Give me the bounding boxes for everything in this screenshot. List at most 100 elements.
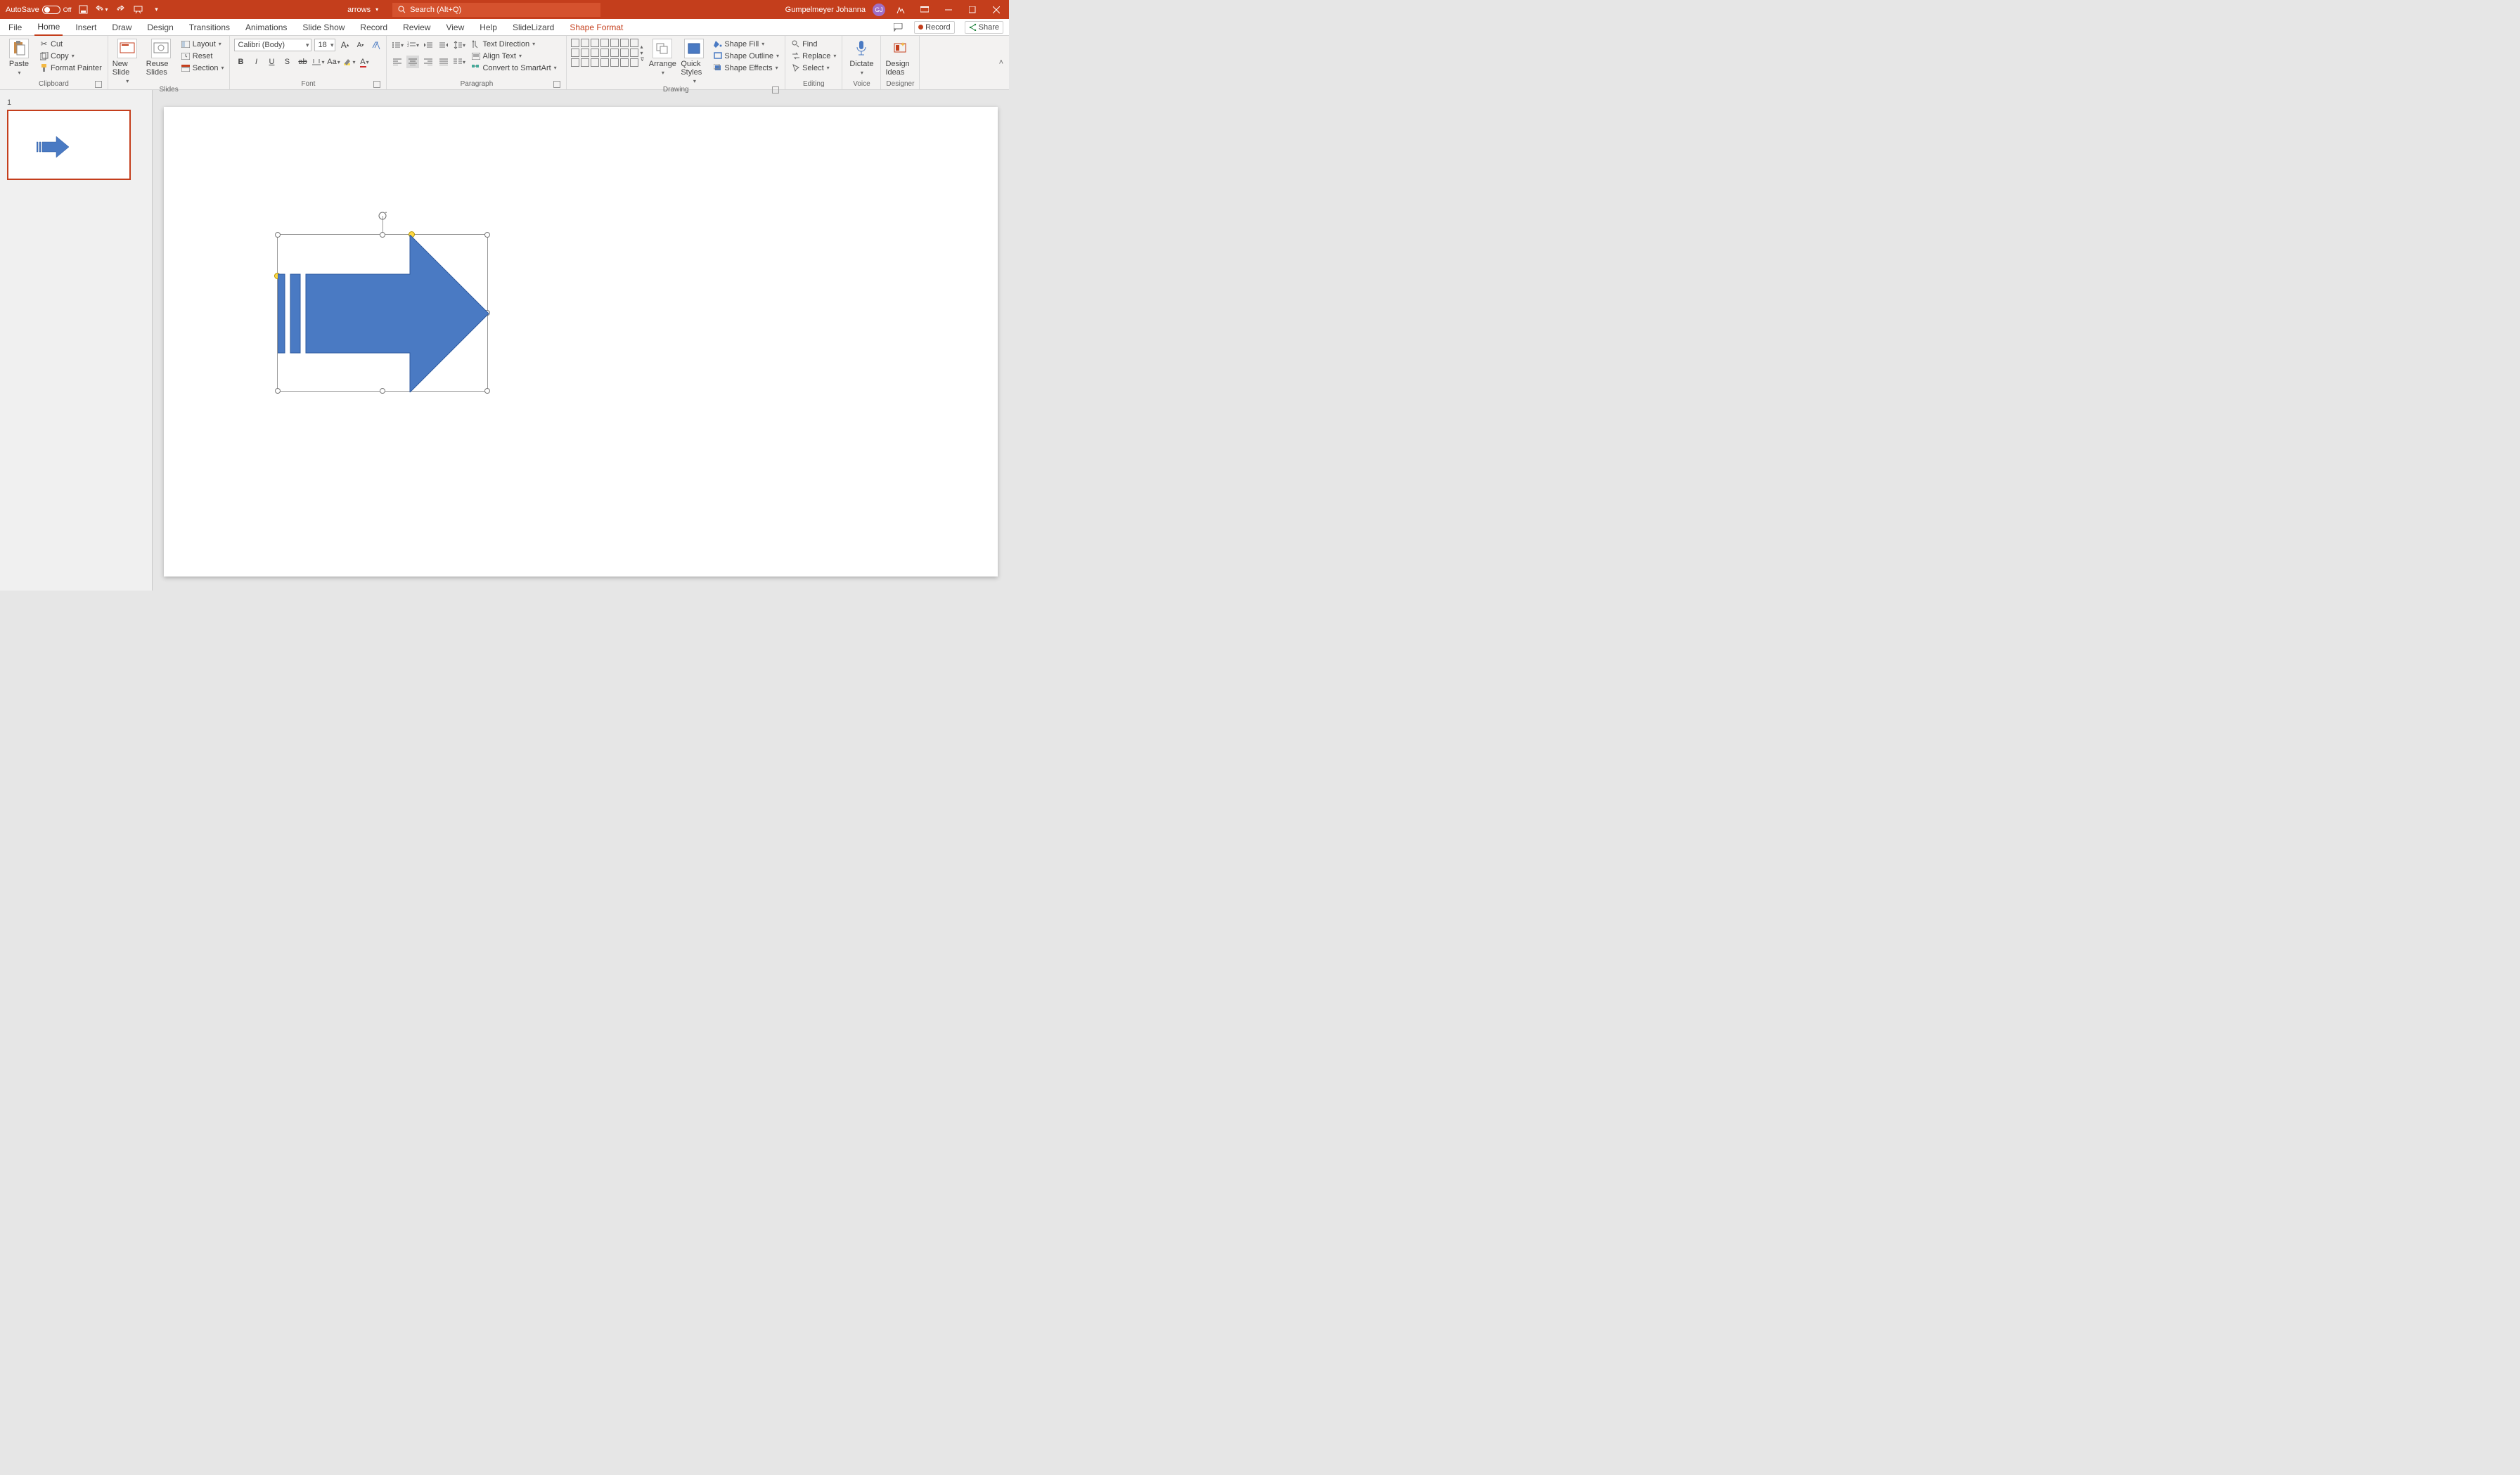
tab-draw[interactable]: Draw <box>109 20 134 35</box>
user-name: Gumpelmeyer Johanna <box>785 6 866 14</box>
spacing-icon[interactable]: ▾ <box>311 56 324 68</box>
underline-icon[interactable]: U <box>265 56 278 68</box>
tab-slidelizard[interactable]: SlideLizard <box>510 20 557 35</box>
gallery-down-icon[interactable]: ▾ <box>640 50 644 56</box>
clear-format-icon[interactable] <box>369 39 382 51</box>
shape-gallery[interactable] <box>571 39 638 67</box>
layout-button[interactable]: Layout▾ <box>180 39 226 49</box>
user-avatar[interactable]: GJ <box>873 4 885 16</box>
select-button[interactable]: Select▾ <box>790 63 837 73</box>
tab-view[interactable]: View <box>443 20 467 35</box>
strike-icon[interactable]: ab <box>296 56 309 68</box>
collapse-ribbon-icon[interactable]: ˄ <box>994 36 1009 89</box>
increase-indent-icon[interactable] <box>437 39 450 51</box>
tab-record[interactable]: Record <box>357 20 390 35</box>
shape-outline-icon <box>713 51 722 60</box>
slide-canvas-wrap <box>153 90 1009 591</box>
save-icon[interactable] <box>77 4 90 16</box>
format-painter-button[interactable]: Format Painter <box>38 63 103 73</box>
font-size-input[interactable]: 18 <box>314 39 335 51</box>
font-color-icon[interactable]: A▾ <box>358 56 371 68</box>
gallery-up-icon[interactable]: ▴ <box>640 44 644 50</box>
autosave-toggle[interactable]: AutoSave Off <box>6 6 72 14</box>
rotate-handle-icon[interactable] <box>378 211 387 221</box>
tab-insert[interactable]: Insert <box>72 20 99 35</box>
tab-help[interactable]: Help <box>477 20 500 35</box>
customize-qat-icon[interactable]: ▾ <box>150 4 163 16</box>
text-direction-button[interactable]: Text Direction▾ <box>470 39 558 49</box>
slide-number: 1 <box>7 98 145 107</box>
gallery-more-icon[interactable]: ⊽ <box>640 56 644 63</box>
ribbon-display-icon[interactable] <box>916 3 933 17</box>
shadow-icon[interactable]: S <box>281 56 293 68</box>
redo-icon[interactable] <box>114 4 127 16</box>
decrease-indent-icon[interactable] <box>422 39 435 51</box>
grow-font-icon[interactable]: A▴ <box>338 39 351 51</box>
slide-canvas[interactable] <box>164 107 998 577</box>
convert-smartart-button[interactable]: Convert to SmartArt▾ <box>470 63 558 73</box>
tab-slideshow[interactable]: Slide Show <box>300 20 347 35</box>
present-icon[interactable] <box>132 4 145 16</box>
bold-icon[interactable]: B <box>234 56 247 68</box>
replace-button[interactable]: Replace▾ <box>790 51 837 61</box>
group-font: Calibri (Body) 18 A▴ A▾ B I U S ab ▾ Aa▾… <box>230 36 387 89</box>
tab-animations[interactable]: Animations <box>243 20 290 35</box>
new-slide-button[interactable]: New Slide▾ <box>112 39 142 84</box>
arrange-button[interactable]: Arrange▾ <box>648 39 676 76</box>
bullets-icon[interactable]: ▾ <box>391 39 404 51</box>
ribbon-tabs: File Home Insert Draw Design Transitions… <box>0 19 1009 36</box>
clipboard-dialog-icon[interactable] <box>95 81 102 88</box>
find-button[interactable]: Find <box>790 39 837 49</box>
shape-outline-button[interactable]: Shape Outline▾ <box>712 51 780 61</box>
cut-button[interactable]: ✂Cut <box>38 39 103 49</box>
replace-icon <box>791 51 800 60</box>
tab-design[interactable]: Design <box>144 20 176 35</box>
paragraph-dialog-icon[interactable] <box>553 81 560 88</box>
highlight-icon[interactable]: ▾ <box>342 56 355 68</box>
slide-thumbnail-1[interactable] <box>7 110 131 180</box>
tab-home[interactable]: Home <box>34 19 63 36</box>
minimize-icon[interactable] <box>940 3 957 17</box>
tab-file[interactable]: File <box>6 20 25 35</box>
tab-review[interactable]: Review <box>400 20 433 35</box>
quick-styles-button[interactable]: Quick Styles▾ <box>681 39 707 84</box>
design-ideas-button[interactable]: Design Ideas <box>885 39 915 77</box>
reset-button[interactable]: Reset <box>180 51 226 61</box>
coming-soon-icon[interactable] <box>892 3 909 17</box>
copy-button[interactable]: Copy▾ <box>38 51 103 61</box>
striped-arrow-shape[interactable] <box>278 235 489 392</box>
align-text-button[interactable]: Align Text▾ <box>470 51 558 61</box>
align-left-icon[interactable] <box>391 56 404 68</box>
tab-transitions[interactable]: Transitions <box>186 20 233 35</box>
change-case-icon[interactable]: Aa▾ <box>327 56 340 68</box>
document-title[interactable]: arrows ▾ <box>347 6 378 14</box>
tab-shape-format[interactable]: Shape Format <box>567 20 626 35</box>
undo-icon[interactable]: ▾ <box>96 4 108 16</box>
paste-button[interactable]: Paste▾ <box>4 39 34 76</box>
shape-fill-button[interactable]: Shape Fill▾ <box>712 39 780 49</box>
font-name-input[interactable]: Calibri (Body) <box>234 39 311 51</box>
shape-selection-box[interactable] <box>277 234 488 392</box>
share-button[interactable]: Share <box>965 21 1003 34</box>
search-input[interactable]: Search (Alt+Q) <box>392 3 600 17</box>
align-center-icon[interactable] <box>406 56 419 68</box>
layout-icon <box>181 39 191 49</box>
maximize-icon[interactable] <box>964 3 981 17</box>
justify-icon[interactable] <box>437 56 450 68</box>
columns-icon[interactable]: ▾ <box>453 56 465 68</box>
shrink-font-icon[interactable]: A▾ <box>354 39 366 51</box>
line-spacing-icon[interactable]: ▾ <box>453 39 465 51</box>
svg-text:2: 2 <box>407 44 409 49</box>
align-right-icon[interactable] <box>422 56 435 68</box>
close-icon[interactable] <box>988 3 1005 17</box>
section-button[interactable]: Section▾ <box>180 63 226 73</box>
reuse-slides-button[interactable]: Reuse Slides <box>146 39 176 77</box>
shape-effects-button[interactable]: Shape Effects▾ <box>712 63 780 73</box>
numbering-icon[interactable]: 12▾ <box>406 39 419 51</box>
italic-icon[interactable]: I <box>250 56 262 68</box>
record-button[interactable]: Record <box>914 21 954 34</box>
copy-icon <box>39 51 49 60</box>
comments-icon[interactable] <box>892 21 904 34</box>
dictate-button[interactable]: Dictate▾ <box>847 39 876 76</box>
font-dialog-icon[interactable] <box>373 81 380 88</box>
